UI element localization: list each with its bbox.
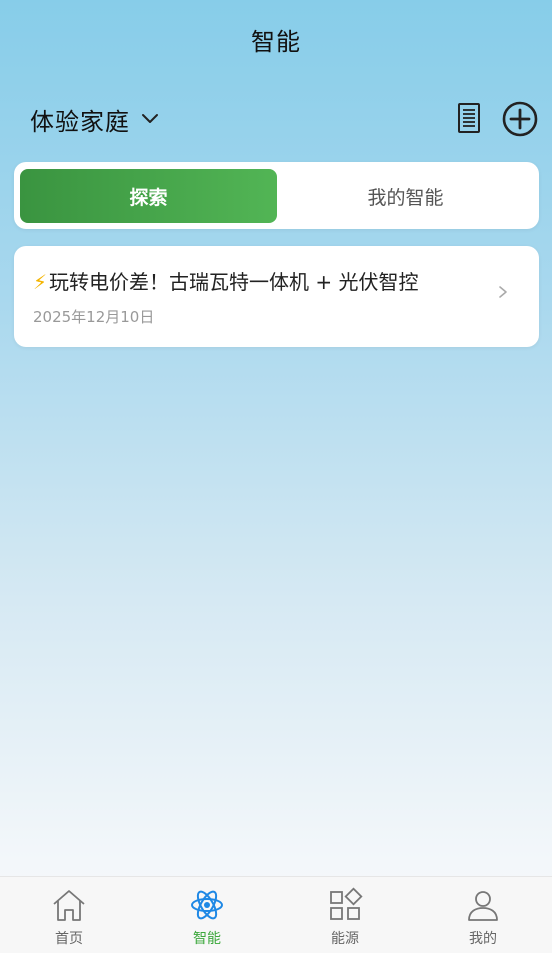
card-date: 2025年12月10日 (33, 308, 155, 326)
plus-circle-icon[interactable] (501, 100, 539, 138)
page-title: 智能 (251, 28, 301, 56)
home-icon (53, 890, 85, 921)
nav-smart-label: 智能 (193, 931, 221, 947)
nav-home-label: 首页 (55, 931, 83, 947)
bottom-nav: 首页 智能 能源 我的 (0, 876, 552, 953)
user-icon (468, 891, 498, 921)
card-title: ⚡ 玩转电价差！古瑞瓦特一体机 + 光伏智控 (33, 266, 419, 295)
tab-my-smart[interactable]: 我的智能 (277, 169, 534, 223)
nav-smart[interactable]: 智能 (138, 877, 276, 953)
list-item[interactable]: ⚡ 玩转电价差！古瑞瓦特一体机 + 光伏智控 2025年12月10日 (14, 246, 539, 347)
lightning-icon: ⚡ (33, 270, 48, 294)
tab-bar: 探索 我的智能 (14, 162, 539, 229)
nav-mine[interactable]: 我的 (414, 877, 552, 953)
chevron-down-icon (142, 114, 158, 123)
card-title-text: 玩转电价差！古瑞瓦特一体机 + 光伏智控 (49, 270, 419, 294)
nav-energy-label: 能源 (331, 931, 359, 947)
nav-home[interactable]: 首页 (0, 877, 138, 953)
atom-icon (191, 890, 223, 920)
home-selector[interactable]: 体验家庭 (30, 100, 160, 138)
grid-icon (330, 887, 363, 920)
document-list-icon[interactable] (454, 101, 484, 135)
nav-energy[interactable]: 能源 (276, 877, 414, 953)
tab-explore[interactable]: 探索 (20, 169, 277, 223)
nav-mine-label: 我的 (469, 931, 497, 947)
chevron-right-icon (499, 286, 507, 298)
home-name: 体验家庭 (30, 107, 130, 136)
